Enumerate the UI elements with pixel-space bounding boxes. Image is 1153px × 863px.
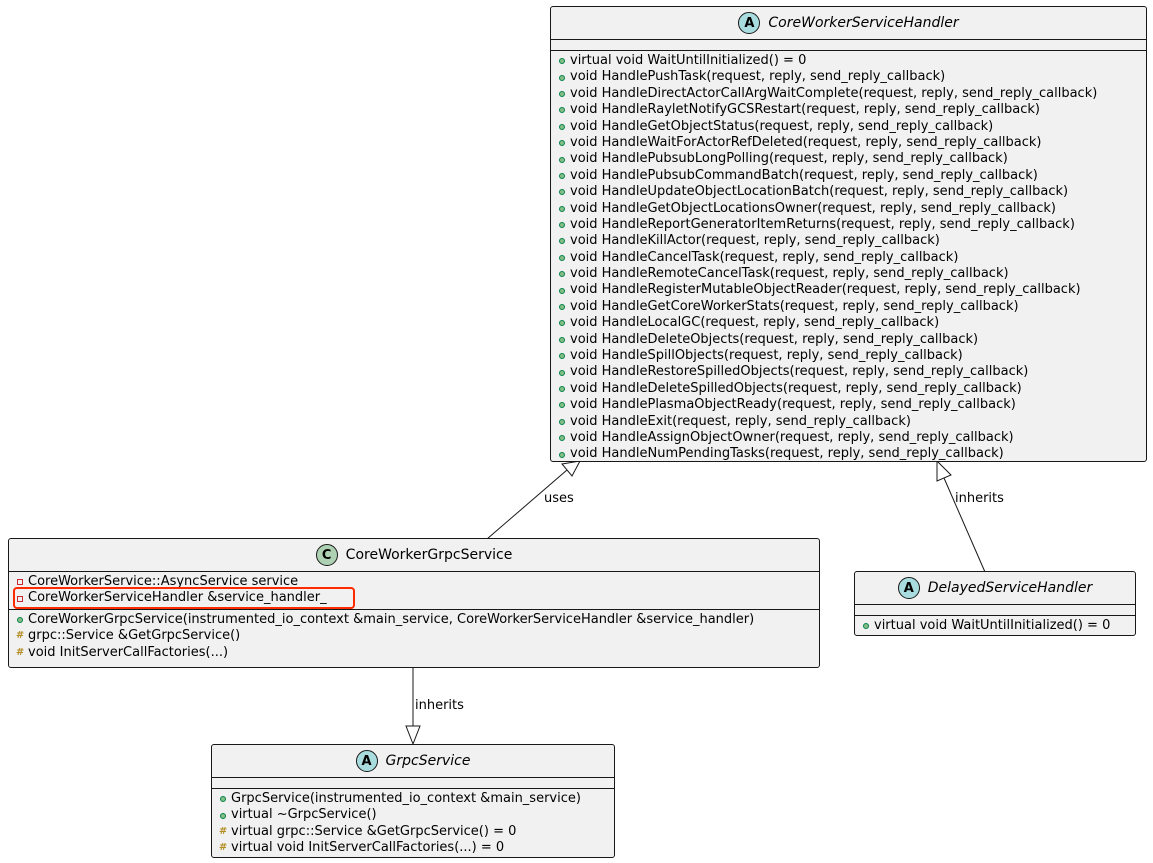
- public-icon: [862, 618, 870, 634]
- method: void HandleNumPendingTasks(request, repl…: [558, 446, 1146, 462]
- public-icon: [558, 414, 566, 430]
- public-icon: [558, 397, 566, 413]
- method: void HandleAssignObjectOwner(request, re…: [558, 430, 1146, 446]
- methods-section: virtual void WaitUntilInitialized() = 0: [855, 616, 1135, 636]
- public-icon: [558, 299, 566, 315]
- protected-icon: #: [218, 842, 228, 854]
- method: void HandleRemoteCancelTask(request, rep…: [558, 266, 1146, 282]
- public-icon: [558, 348, 566, 364]
- method: virtual void WaitUntilInitialized() = 0: [862, 618, 1135, 634]
- fields-section: CoreWorkerService::AsyncService service_…: [9, 572, 819, 610]
- method: void HandleReportGeneratorItemReturns(re…: [558, 217, 1146, 233]
- relation-label-uses: uses: [544, 491, 574, 506]
- public-icon: [558, 184, 566, 200]
- abstract-class-icon: A: [355, 750, 378, 772]
- method: void HandleDeleteSpilledObjects(request,…: [558, 381, 1146, 397]
- public-icon: [558, 430, 566, 446]
- public-icon: [558, 119, 566, 135]
- class-core-worker-service-handler: A CoreWorkerServiceHandler virtual void …: [550, 6, 1147, 462]
- method: virtual ~GrpcService(): [219, 807, 614, 823]
- public-icon: [558, 53, 566, 69]
- public-icon: [558, 332, 566, 348]
- class-header: A DelayedServiceHandler: [855, 572, 1135, 605]
- method: void HandleLocalGC(request, reply, send_…: [558, 315, 1146, 331]
- public-icon: [558, 233, 566, 249]
- methods-section: virtual void WaitUntilInitialized() = 0 …: [551, 51, 1146, 465]
- class-name: DelayedServiceHandler: [927, 580, 1093, 596]
- method: void HandleGetObjectStatus(request, repl…: [558, 119, 1146, 135]
- method: void HandleDirectActorCallArgWaitComplet…: [558, 86, 1146, 102]
- public-icon: [16, 612, 24, 628]
- method: void HandleRegisterMutableObjectReader(r…: [558, 282, 1146, 298]
- field: CoreWorkerService::AsyncService service_: [16, 574, 819, 590]
- relation-label-inherits-grpc: inherits: [415, 698, 464, 713]
- protected-icon: #: [15, 630, 25, 642]
- method: void HandleKillActor(request, reply, sen…: [558, 233, 1146, 249]
- method: GrpcService(instrumented_io_context &mai…: [219, 791, 614, 807]
- method: # virtual void InitServerCallFactories(..…: [218, 840, 505, 856]
- class-header: A CoreWorkerServiceHandler: [551, 7, 1146, 40]
- method: void HandleDeleteObjects(request, reply,…: [558, 332, 1146, 348]
- method: void HandlePlasmaObjectReady(request, re…: [558, 397, 1146, 413]
- public-icon: [558, 135, 566, 151]
- class-grpc-service: A GrpcService GrpcService(instrumented_i…: [211, 744, 615, 858]
- method: void HandleCancelTask(request, reply, se…: [558, 250, 1146, 266]
- class-icon: C: [315, 544, 338, 566]
- method: void HandleSpillObjects(request, reply, …: [558, 348, 1146, 364]
- methods-section: GrpcService(instrumented_io_context &mai…: [212, 789, 614, 859]
- relation-label-inherits-delayed: inherits: [955, 491, 1004, 506]
- methods-section: CoreWorkerGrpcService(instrumented_io_co…: [9, 610, 819, 663]
- method: CoreWorkerGrpcService(instrumented_io_co…: [16, 612, 819, 628]
- public-icon: [558, 315, 566, 331]
- method: # void InitServerCallFactories(...): [15, 644, 229, 660]
- abstract-class-icon: A: [897, 577, 920, 599]
- method: void HandleWaitForActorRefDeleted(reques…: [558, 135, 1146, 151]
- method: virtual void WaitUntilInitialized() = 0: [558, 53, 1146, 69]
- class-header: C CoreWorkerGrpcService: [9, 539, 819, 572]
- method: void HandleRestoreSpilledObjects(request…: [558, 364, 1146, 380]
- class-delayed-service-handler: A DelayedServiceHandler virtual void Wai…: [854, 571, 1136, 636]
- fields-section: [855, 605, 1135, 616]
- protected-icon: #: [15, 646, 25, 658]
- public-icon: [558, 86, 566, 102]
- method: void HandleRayletNotifyGCSRestart(reques…: [558, 102, 1146, 118]
- fields-section: [551, 40, 1146, 51]
- public-icon: [558, 283, 566, 299]
- method: void HandlePubsubCommandBatch(request, r…: [558, 168, 1146, 184]
- method: void HandleGetCoreWorkerStats(request, r…: [558, 299, 1146, 315]
- method: void HandleUpdateObjectLocationBatch(req…: [558, 184, 1146, 200]
- method: # grpc::Service &GetGrpcService(): [15, 628, 241, 644]
- public-icon: [558, 152, 566, 168]
- protected-icon: #: [218, 825, 228, 837]
- public-icon: [558, 102, 566, 118]
- fields-section: [212, 778, 614, 789]
- method: void HandlePubsubLongPolling(request, re…: [558, 151, 1146, 167]
- public-icon: [558, 250, 566, 266]
- public-icon: [558, 70, 566, 86]
- private-icon: [16, 574, 24, 590]
- public-icon: [219, 808, 227, 824]
- public-icon: [558, 365, 566, 381]
- public-icon: [558, 447, 566, 463]
- public-icon: [558, 201, 566, 217]
- method: void HandlePushTask(request, reply, send…: [558, 69, 1146, 85]
- public-icon: [558, 217, 566, 233]
- class-core-worker-grpc-service: C CoreWorkerGrpcService CoreWorkerServic…: [8, 538, 820, 668]
- public-icon: [558, 381, 566, 397]
- field: CoreWorkerServiceHandler &service_handle…: [16, 590, 819, 606]
- class-name: CoreWorkerServiceHandler: [768, 15, 959, 31]
- public-icon: [558, 266, 566, 282]
- relation-inherits-grpc-arrowhead: [405, 725, 421, 746]
- method: void HandleExit(request, reply, send_rep…: [558, 414, 1146, 430]
- method: void HandleGetObjectLocationsOwner(reque…: [558, 201, 1146, 217]
- method: # virtual grpc::Service &GetGrpcService()…: [218, 823, 517, 839]
- public-icon: [558, 168, 566, 184]
- class-name: CoreWorkerGrpcService: [345, 547, 513, 563]
- class-header: A GrpcService: [212, 745, 614, 778]
- public-icon: [219, 791, 227, 807]
- class-name: GrpcService: [385, 753, 471, 769]
- abstract-class-icon: A: [738, 12, 761, 34]
- private-icon: [16, 591, 24, 607]
